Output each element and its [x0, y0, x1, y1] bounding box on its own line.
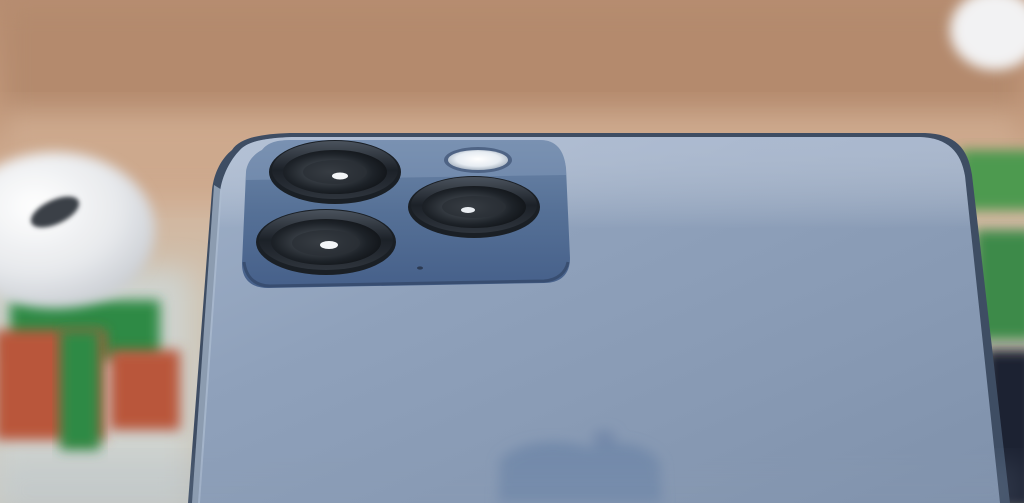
ultra-wide-lens [256, 209, 396, 275]
lens-glint [461, 207, 475, 213]
photo-scene [0, 0, 1024, 503]
photo-canvas [0, 0, 1024, 503]
flash [444, 147, 512, 173]
telephoto-lens [408, 176, 540, 238]
wide-lens [269, 140, 401, 204]
lens-glint [320, 241, 338, 249]
microphone [417, 266, 423, 270]
lens-glint [332, 172, 348, 180]
